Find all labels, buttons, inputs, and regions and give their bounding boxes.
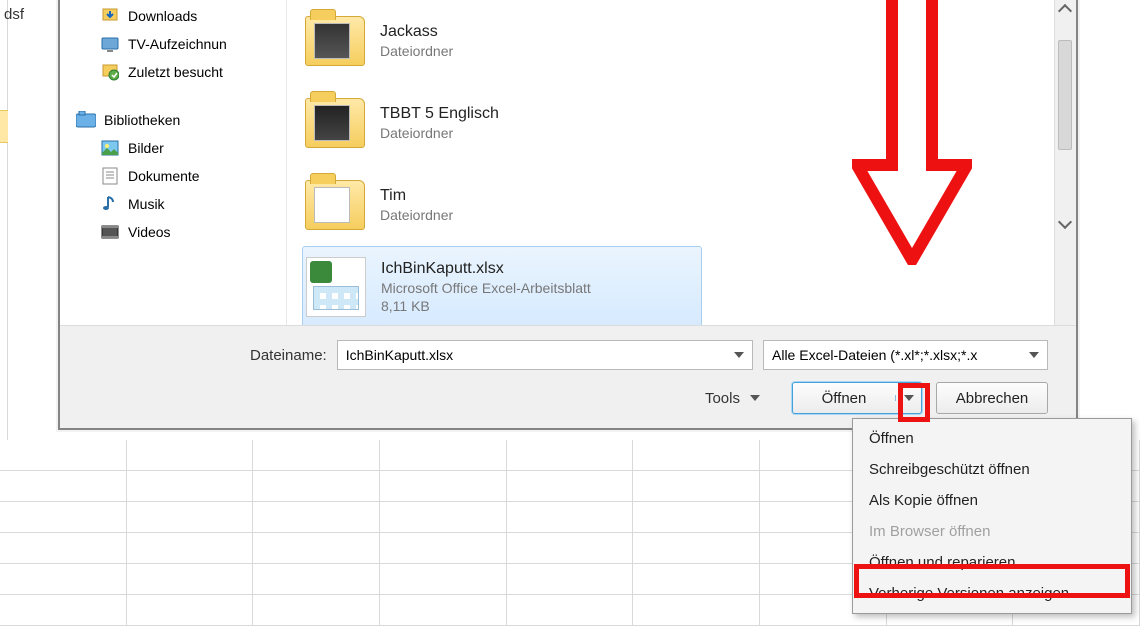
tools-label: Tools <box>705 390 740 407</box>
sidebar-item-label: Zuletzt besucht <box>128 64 223 80</box>
chevron-down-icon <box>904 395 914 401</box>
sidebar-group-libraries[interactable]: Bibliotheken <box>60 106 286 134</box>
menu-item-open[interactable]: Öffnen <box>855 423 1129 454</box>
xlsx-icon <box>303 254 369 320</box>
file-open-dialog: Downloads TV-Aufzeichnun Zuletzt besucht… <box>58 0 1078 430</box>
sidebar-item-label: Downloads <box>128 8 197 24</box>
menu-item-open-readonly[interactable]: Schreibgeschützt öffnen <box>855 454 1129 485</box>
dialog-bottom-bar: Dateiname: IchBinKaputt.xlsx Alle Excel-… <box>60 325 1076 428</box>
chevron-down-icon <box>750 395 760 401</box>
sidebar-item-label: Videos <box>128 224 171 240</box>
folder-icon <box>302 8 368 74</box>
tools-dropdown[interactable]: Tools <box>705 390 760 407</box>
file-type: Dateiordner <box>380 125 499 141</box>
scroll-up-icon[interactable] <box>1058 4 1072 18</box>
sidebar-item-tv[interactable]: TV-Aufzeichnun <box>60 30 286 58</box>
row-header-strip <box>0 0 8 440</box>
sidebar-item-label: Musik <box>128 196 165 212</box>
sidebar-item-label: Bilder <box>128 140 164 156</box>
filename-label: Dateiname: <box>250 347 327 364</box>
music-icon <box>100 194 120 214</box>
folder-icon <box>302 172 368 238</box>
file-item-folder[interactable]: TBBT 5 Englisch Dateiordner <box>302 82 1076 164</box>
sidebar-item-music[interactable]: Musik <box>60 190 286 218</box>
file-item-selected[interactable]: IchBinKaputt.xlsx Microsoft Office Excel… <box>302 246 702 325</box>
file-item-folder[interactable]: Tim Dateiordner <box>302 164 1076 246</box>
menu-item-open-browser: Im Browser öffnen <box>855 516 1129 547</box>
open-dropdown-menu: Öffnen Schreibgeschützt öffnen Als Kopie… <box>852 418 1132 614</box>
filter-value: Alle Excel-Dateien (*.xl*;*.xlsx;*.x <box>772 347 977 363</box>
open-split-button[interactable] <box>895 395 921 401</box>
file-name: IchBinKaputt.xlsx <box>381 260 591 278</box>
scroll-thumb[interactable] <box>1058 40 1072 150</box>
selected-row-header <box>0 110 8 143</box>
folder-icon <box>302 90 368 156</box>
menu-item-open-copy[interactable]: Als Kopie öffnen <box>855 485 1129 516</box>
recent-icon <box>100 62 120 82</box>
sidebar-item-videos[interactable]: Videos <box>60 218 286 246</box>
sidebar-item-documents[interactable]: Dokumente <box>60 162 286 190</box>
cancel-button-label: Abbrechen <box>956 390 1029 407</box>
sidebar-group-label: Bibliotheken <box>104 112 180 128</box>
file-type: Microsoft Office Excel-Arbeitsblatt <box>381 280 591 296</box>
file-name: Jackass <box>380 23 453 41</box>
dialog-sidebar: Downloads TV-Aufzeichnun Zuletzt besucht… <box>60 0 287 325</box>
tv-icon <box>100 34 120 54</box>
menu-item-open-repair[interactable]: Öffnen und reparieren... <box>855 547 1129 578</box>
cancel-button[interactable]: Abbrechen <box>936 382 1048 414</box>
open-button-label: Öffnen <box>793 390 895 407</box>
sidebar-item-pictures[interactable]: Bilder <box>60 134 286 162</box>
file-name: Tim <box>380 187 453 205</box>
sidebar-item-label: Dokumente <box>128 168 200 184</box>
file-list[interactable]: Jackass Dateiordner TBBT 5 Englisch Date… <box>287 0 1076 325</box>
file-item-folder[interactable]: Jackass Dateiordner <box>302 0 1076 82</box>
cell-a1: dsf <box>4 6 24 23</box>
documents-icon <box>100 166 120 186</box>
scroll-down-icon[interactable] <box>1058 215 1072 229</box>
videos-icon <box>100 222 120 242</box>
menu-item-prev-versions[interactable]: Vorherige Versionen anzeigen <box>855 578 1129 609</box>
sidebar-item-label: TV-Aufzeichnun <box>128 36 227 52</box>
file-size: 8,11 KB <box>381 298 591 314</box>
filename-value: IchBinKaputt.xlsx <box>346 347 453 363</box>
sidebar-item-recent[interactable]: Zuletzt besucht <box>60 58 286 86</box>
filetype-filter[interactable]: Alle Excel-Dateien (*.xl*;*.xlsx;*.x <box>763 340 1048 370</box>
file-type: Dateiordner <box>380 207 453 223</box>
sidebar-item-downloads[interactable]: Downloads <box>60 2 286 30</box>
filename-input[interactable]: IchBinKaputt.xlsx <box>337 340 753 370</box>
chevron-down-icon[interactable] <box>1029 352 1039 358</box>
file-name: TBBT 5 Englisch <box>380 105 499 123</box>
chevron-down-icon[interactable] <box>734 352 744 358</box>
open-button[interactable]: Öffnen <box>792 382 922 414</box>
pictures-icon <box>100 138 120 158</box>
downloads-icon <box>100 6 120 26</box>
file-list-scrollbar[interactable] <box>1054 0 1076 325</box>
file-type: Dateiordner <box>380 43 453 59</box>
libraries-icon <box>76 110 96 130</box>
